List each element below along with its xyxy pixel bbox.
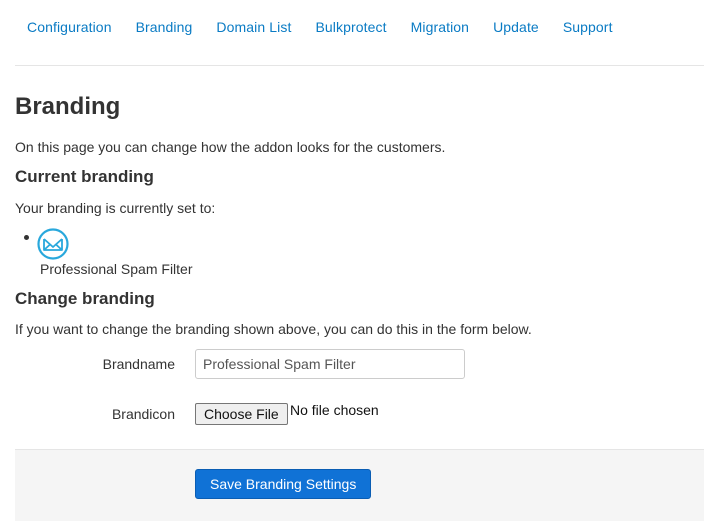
page-title: Branding (15, 93, 121, 120)
save-branding-button[interactable]: Save Branding Settings (195, 469, 372, 499)
nav-update[interactable]: Update (481, 0, 551, 46)
top-navigation: Configuration Branding Domain List Bulkp… (15, 0, 704, 66)
brandicon-label: Brandicon (111, 406, 175, 422)
nav-bulkprotect[interactable]: Bulkprotect (303, 0, 398, 46)
current-branding-text: Your branding is currently set to: (15, 200, 216, 216)
brandname-label: Brandname (102, 356, 175, 372)
nav-branding[interactable]: Branding (124, 0, 205, 46)
change-branding-heading: Change branding (15, 289, 155, 308)
page-intro: On this page you can change how the addo… (15, 139, 446, 155)
choose-file-button[interactable]: Choose File (195, 403, 288, 425)
file-status-text: No file chosen (290, 402, 379, 418)
current-brand-name: Professional Spam Filter (40, 261, 193, 277)
nav-migration[interactable]: Migration (399, 0, 481, 46)
nav-support[interactable]: Support (551, 0, 625, 46)
current-branding-list: Professional Spam Filter (15, 228, 193, 277)
brandname-input[interactable] (195, 349, 465, 379)
form-actions: Save Branding Settings (15, 449, 704, 521)
nav-domain-list[interactable]: Domain List (204, 0, 303, 46)
nav-configuration[interactable]: Configuration (15, 0, 124, 46)
envelope-logo-icon (37, 228, 69, 260)
bullet-dot (24, 235, 29, 240)
current-branding-heading: Current branding (15, 167, 154, 186)
change-branding-text: If you want to change the branding shown… (15, 321, 532, 337)
list-item: Professional Spam Filter (15, 228, 193, 277)
